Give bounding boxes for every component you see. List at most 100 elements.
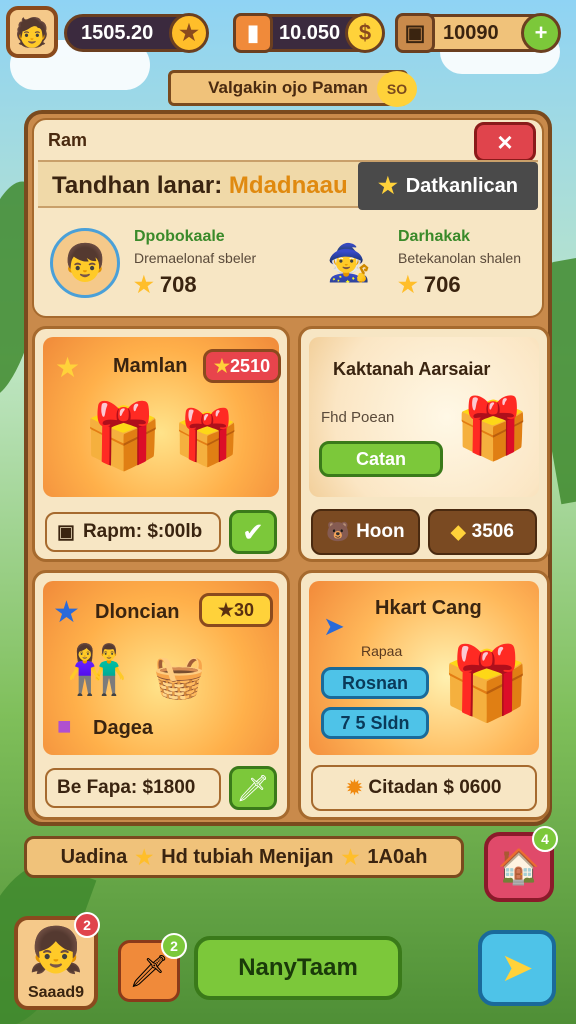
- cost-text: Citadan $ 0600: [368, 777, 502, 798]
- gift-box-icon: 🎁: [455, 395, 530, 462]
- cost-text: Be Fapa: $1800: [57, 777, 196, 798]
- candy-basket-icon: 🧺: [153, 653, 206, 700]
- star-icon: ★: [53, 596, 80, 629]
- shop-card-mamlan[interactable]: ★ Mamlan ★ 2510 🎁 🎁 ▣ Rapm: $:00lb ✔: [32, 326, 290, 562]
- panel-title: Tandhan lanar: Mdadnaau: [52, 172, 348, 200]
- close-button[interactable]: ×: [474, 122, 536, 162]
- info-bar-left: Uadina: [60, 845, 128, 868]
- price-tag-value: 30: [234, 599, 255, 620]
- player-score-value: 708: [159, 272, 197, 297]
- avatar-label: Saaad9: [27, 984, 85, 1001]
- resource-coin-value: 10.050: [279, 21, 341, 44]
- gem-chip[interactable]: ◆ 3506: [428, 509, 537, 555]
- cost-chip[interactable]: ✹ Citadan $ 0600: [311, 765, 537, 811]
- price-tag: ★ 30: [199, 593, 273, 627]
- confirm-button[interactable]: ✔: [229, 510, 277, 554]
- card-title: Kaktanah Aarsaiar: [333, 359, 491, 379]
- sword-icon: 🗡: [128, 953, 170, 989]
- shop-card-hkart[interactable]: ➤ Hkart Cang Rapaa Rosnan 7 5 Sldn 🎁 ✹ C…: [298, 570, 550, 820]
- card-footer: ✹ Citadan $ 0600: [311, 765, 537, 811]
- sldn-button-label: 7 5 Sldn: [340, 712, 410, 733]
- resource-star[interactable]: 1505.20 ★: [64, 13, 209, 53]
- panel-label: Ram: [48, 130, 88, 150]
- player-avatar-1: 👦: [50, 228, 120, 298]
- card-title: Mamlan: [113, 355, 188, 377]
- plus-icon[interactable]: +: [521, 13, 561, 53]
- main-action-button[interactable]: NanyTaam: [194, 936, 402, 1000]
- notification-badge: 2: [161, 933, 187, 959]
- card-subtitle: Fhd Poean: [321, 409, 395, 426]
- card-title: Hkart Cang: [375, 597, 482, 619]
- candy-icon: ■: [57, 713, 72, 740]
- home-button[interactable]: 🏠 4: [484, 826, 558, 902]
- event-banner: Valgakin ojo Paman SO: [168, 70, 417, 107]
- sldn-button[interactable]: 7 5 Sldn: [321, 707, 429, 739]
- star-icon: ★: [378, 173, 398, 198]
- player-card-1[interactable]: 👦 Dpobokaale Dremaelonaf sbeler ★ 708: [50, 224, 290, 304]
- tab-datkanlican[interactable]: ★ Datkanlican: [358, 162, 538, 210]
- arrow-right-icon: ➤: [500, 946, 534, 990]
- gift-box-icon: 🎁: [173, 408, 241, 468]
- price-tag-value: 2510: [230, 355, 271, 376]
- resource-gem-value: 10090: [443, 21, 499, 44]
- player-card-2[interactable]: 🧙 Darhakak Betekanolan shalen ★ 706: [314, 224, 554, 304]
- panel-title-text: Tandhan lanar:: [52, 172, 223, 199]
- player-score: ★ 706: [398, 272, 461, 298]
- hoon-chip[interactable]: 🐻 Hoon: [311, 509, 420, 555]
- catan-button-label: Catan: [355, 448, 406, 469]
- box-icon: ▣: [57, 521, 75, 543]
- box-icon: ▣: [395, 13, 435, 53]
- gift-pile-icon: 🎁: [83, 400, 163, 472]
- star-icon: ★: [55, 352, 81, 383]
- star-icon: ★: [341, 846, 360, 869]
- hoon-chip-label: Hoon: [356, 521, 405, 542]
- house-icon: 🏠: [497, 848, 541, 886]
- gift-box-icon: 🎁: [441, 644, 531, 724]
- paper-plane-icon: ➤: [323, 611, 345, 641]
- shop-card-dloncian[interactable]: ★ Dloncian ★ 30 👫 🧺 ■ Dagea Be Fapa: $18…: [32, 570, 290, 820]
- item-label: Dagea: [93, 717, 154, 739]
- sword-button[interactable]: 🗡 2: [118, 933, 187, 1002]
- resource-coin[interactable]: ▮ 10.050 $: [233, 13, 385, 53]
- info-bar[interactable]: Uadina ★ Hd tubiah Menijan ★ 1A0ah: [24, 836, 464, 878]
- player-avatar[interactable]: 🧑: [6, 6, 58, 58]
- panel-title-highlight: Mdadnaau: [228, 172, 348, 199]
- next-button[interactable]: ➤: [478, 930, 556, 1006]
- banner-badge: SO: [377, 71, 417, 107]
- star-icon: ★: [134, 272, 154, 297]
- rosnan-button-label: Rosnan: [341, 672, 408, 693]
- star-icon: ★: [135, 846, 154, 869]
- card-art: ➤ Hkart Cang Rapaa Rosnan 7 5 Sldn 🎁: [309, 581, 539, 755]
- player-score-value: 706: [423, 272, 461, 297]
- price-tag: ★ 2510: [203, 349, 281, 383]
- main-panel: Ram × Tandhan lanar: Mdadnaau ★ Datkanli…: [24, 110, 552, 826]
- shop-card-kaktanah[interactable]: Kaktanah Aarsaiar Fhd Poean Catan 🎁 🐻 Ho…: [298, 326, 550, 562]
- sword-button[interactable]: 🗡: [229, 766, 277, 810]
- star-icon: ★: [169, 13, 209, 53]
- profile-avatar[interactable]: 👧 Saaad9 2: [14, 912, 100, 1010]
- player-name: Darhakak: [398, 228, 471, 245]
- card-art: Kaktanah Aarsaiar Fhd Poean Catan 🎁: [309, 337, 539, 497]
- character-icon: 🐻: [326, 522, 351, 543]
- cost-text: Rapm: $:00lb: [82, 521, 203, 542]
- card-footer: ▣ Rapm: $:00lb ✔: [45, 509, 277, 555]
- kids-group-icon: 👫: [67, 644, 127, 697]
- notification-badge: 2: [74, 912, 100, 938]
- player-name: Dpobokaale: [134, 228, 225, 245]
- catan-button[interactable]: Catan: [319, 441, 443, 477]
- notification-badge: 4: [532, 826, 558, 852]
- star-icon: ★: [398, 272, 418, 297]
- tab-label: Datkanlican: [405, 174, 518, 197]
- info-bar-middle: Hd tubiah Menijan: [161, 845, 334, 868]
- sun-icon: ✹: [346, 777, 363, 799]
- resource-gem[interactable]: ▣ 10090 +: [395, 13, 561, 53]
- player-avatar-2: 🧙: [326, 242, 372, 283]
- title-row: Tandhan lanar: Mdadnaau ★ Datkanlican: [38, 160, 538, 210]
- star-icon: ★: [217, 599, 235, 620]
- rosnan-button[interactable]: Rosnan: [321, 667, 429, 699]
- card-art: ★ Dloncian ★ 30 👫 🧺 ■ Dagea: [43, 581, 279, 755]
- player-avatar-icon: 🧑: [14, 16, 50, 48]
- gem-chip-value: 3506: [471, 521, 514, 542]
- cost-bar: ▣ Rapm: $:00lb: [45, 512, 221, 552]
- potion-icon: ▮: [233, 13, 273, 53]
